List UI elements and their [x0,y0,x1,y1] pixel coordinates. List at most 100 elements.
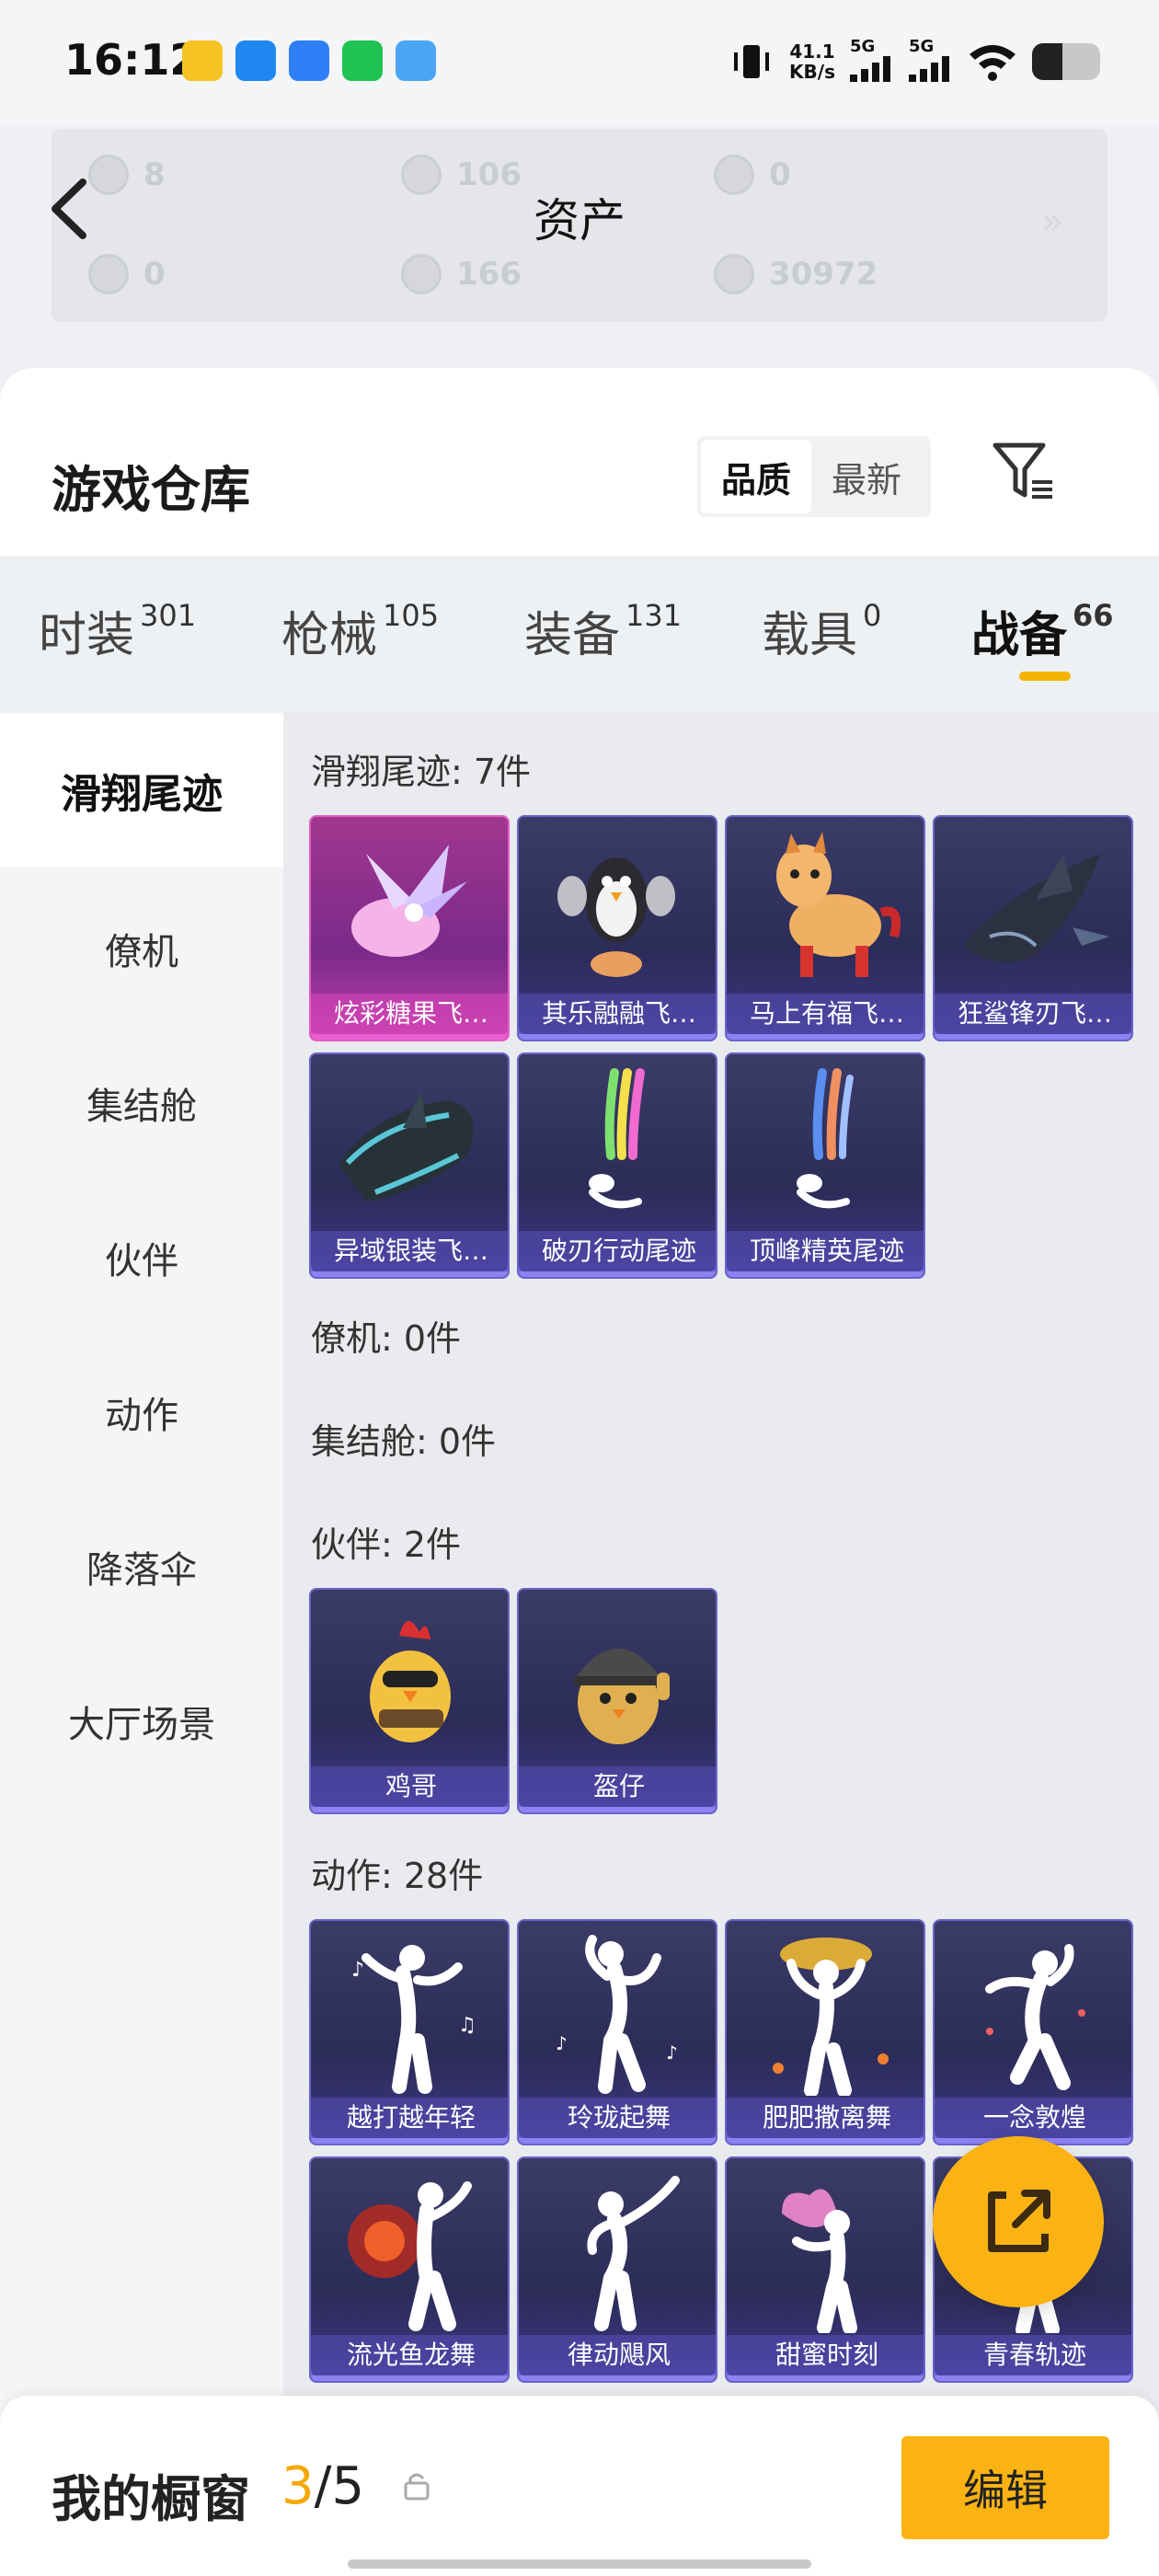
page-title: 资产 [534,194,625,247]
signal-bars-icon [850,56,890,82]
item-name: 破刃行动尾迹 [519,1231,716,1271]
section-title: 滑翔尾迹: 7件 [311,752,532,792]
item-name: 顶峰精英尾迹 [727,1231,924,1271]
item-card[interactable]: 其乐融融飞… [517,815,717,1041]
signal-2: 5G [909,37,953,86]
app-notification-icon [289,40,329,81]
item-name: 狂鲨锋刃飞… [935,994,1131,1034]
tab-label: 载具 [762,608,858,663]
item-card[interactable]: 马上有福飞… [725,815,925,1041]
vibrate-icon [734,44,770,78]
showcase-total: 5 [331,2456,365,2516]
tab-count: 66 [1073,598,1114,633]
emote-figure-art [587,2176,680,2331]
item-card[interactable]: ♪ ♫ 越打越年轻 [309,1919,510,2145]
lock-icon [404,2473,430,2501]
wechat-icon [342,40,383,81]
sidebar-item-glide-trail[interactable]: 滑翔尾迹 [0,714,283,867]
sidebar-item-lobby-scene[interactable]: 大厅场景 [0,1695,283,1748]
tab-fashion[interactable]: 时装 301 [39,596,196,665]
tab-label: 装备 [524,608,621,663]
asset-item: 30972 [714,254,878,294]
tab-count: 301 [140,598,197,633]
item-card[interactable]: ♪ ♪ 玲珑起舞 [517,1919,717,2145]
item-name: 盔仔 [519,1766,716,1807]
tab-battle-gear[interactable]: 战备 66 [971,596,1114,665]
tab-label: 枪械 [281,608,378,663]
sidebar-item-companion[interactable]: 伙伴 [0,1231,283,1284]
item-card[interactable]: 流光鱼龙舞 [309,2156,510,2383]
showcase-current: 3 [281,2456,315,2516]
share-icon [988,2190,1050,2252]
item-name: 律动飓风 [519,2335,716,2375]
item-card[interactable]: 甜蜜时刻 [725,2156,925,2383]
horse-glider-art [776,832,901,977]
notification-icons [182,40,436,81]
asset-coin-icon [88,254,129,294]
item-name: 炫彩糖果飞… [311,994,508,1034]
asset-value: 30972 [769,256,878,293]
battery-icon [1032,42,1100,80]
rainbow-trail-art [589,1068,645,1209]
sidebar-item-rally-pod[interactable]: 集结舱 [0,1076,283,1130]
item-card[interactable]: 顶峰精英尾迹 [725,1052,925,1279]
item-card[interactable]: 狂鲨锋刃飞… [933,815,1133,1041]
sidebar-item-wingman[interactable]: 僚机 [0,922,283,975]
asset-coin-icon [401,254,442,294]
tab-label: 时装 [39,608,135,663]
emote-figure-art [782,2189,857,2333]
section-title: 动作: 28件 [311,1856,484,1896]
tab-label: 战备 [971,608,1068,663]
item-card[interactable]: 鸡哥 [309,1588,510,1814]
helmet-chick-art [574,1649,670,1744]
svg-text:♪: ♪ [351,1959,364,1982]
status-time: 16:12 [64,35,200,85]
signal-1-label: 5G [850,37,876,56]
item-name: 一念敦煌 [935,2098,1131,2138]
home-indicator[interactable] [348,2559,811,2569]
sort-quality-option[interactable]: 品质 [701,440,811,513]
filter-icon[interactable] [990,438,1058,506]
item-card[interactable]: 肥肥撒离舞 [725,1919,925,2145]
item-card[interactable]: 破刃行动尾迹 [517,1052,717,1279]
item-name: 越打越年轻 [311,2098,508,2138]
app-notification-icon [396,40,436,81]
shark-glider-art [962,854,1109,962]
net-speed-unit: KB/s [789,60,835,83]
item-name: 异域银装飞… [311,1231,508,1271]
item-name: 其乐融融飞… [519,994,716,1034]
silver-glider-art [339,1091,474,1202]
tab-equipment[interactable]: 装备 131 [524,596,682,665]
section-title: 僚机: 0件 [311,1318,462,1359]
item-name: 鸡哥 [311,1766,508,1807]
item-card[interactable]: 炫彩糖果飞… [309,815,510,1041]
sidebar [0,712,283,2576]
asset-value: 0 [143,256,166,293]
tab-guns[interactable]: 枪械 105 [281,596,439,665]
status-bar: 16:12 41.1 KB/s 5G 5G [0,0,1159,125]
elite-trail-art [797,1068,854,1209]
item-name: 流光鱼龙舞 [311,2335,508,2375]
wifi-icon [970,44,1016,81]
asset-item: 166 [401,254,522,294]
status-indicators: 41.1 KB/s 5G 5G [729,37,1100,86]
sidebar-item-emote[interactable]: 动作 [0,1386,283,1439]
item-card[interactable]: 异域银装飞… [309,1052,510,1279]
item-card[interactable]: 一念敦煌 [933,1919,1133,2145]
item-card[interactable]: 盔仔 [517,1588,717,1814]
svg-text:♪: ♪ [666,2041,678,2064]
sidebar-item-parachute[interactable]: 降落伞 [0,1540,283,1593]
tab-count: 0 [863,598,882,633]
app-notification-icon [182,40,223,81]
signal-2-label: 5G [909,37,935,56]
item-card[interactable]: 律动飓风 [517,2156,717,2383]
battery-level [1032,42,1063,80]
sort-toggle: 品质 最新 [697,436,931,517]
warehouse-title: 游戏仓库 [52,461,250,519]
item-name: 甜蜜时刻 [727,2335,924,2375]
asset-item: 0 [88,254,166,294]
tab-vehicles[interactable]: 载具 0 [762,596,881,665]
sort-newest-option[interactable]: 最新 [811,440,922,513]
share-fab[interactable] [933,2136,1104,2307]
edit-button[interactable]: 编辑 [901,2436,1109,2539]
